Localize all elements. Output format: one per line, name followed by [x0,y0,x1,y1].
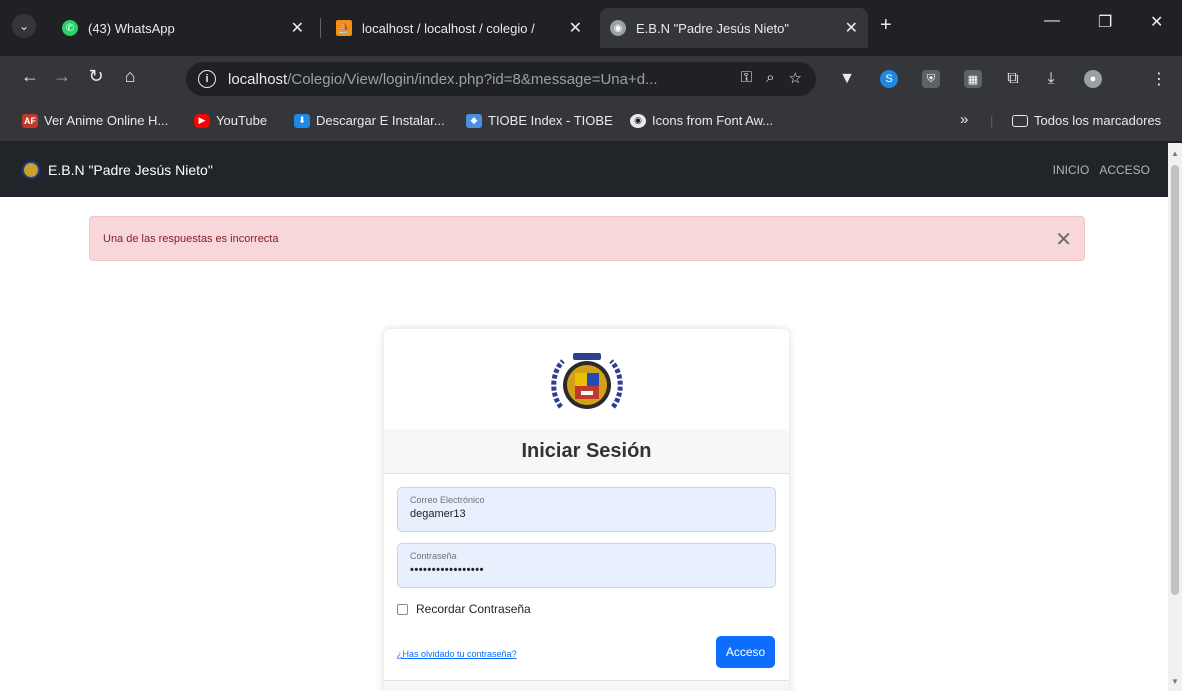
download-icon[interactable]: ⤓ [1042,70,1060,88]
font-awesome-icon: ◉ [630,113,646,128]
login-submit-button[interactable]: Acceso [716,636,775,668]
login-card: Iniciar Sesión Correo Electrónico degame… [384,329,789,691]
url-host: localhost [228,70,288,88]
school-logo-icon [22,161,40,179]
site-navbar: E.B.N "Padre Jesús Nieto" INICIO ACCESO [0,143,1168,197]
password-label: Contraseña [410,551,457,561]
browser-toolbar: ← → ↻ ⌂ i localhost/Colegio/View/login/i… [0,56,1182,102]
remember-checkbox[interactable] [397,603,408,615]
scroll-down-icon[interactable]: ▼ [1171,677,1179,686]
youtube-icon: ▶ [194,113,210,128]
forgot-password-link[interactable]: ¿Has olvidado tu contraseña? [397,649,517,659]
bookmark-anime[interactable]: AF Ver Anime Online H... [22,113,168,128]
alert-message: Una de las respuestas es incorrecta [103,232,279,245]
qr-code-icon[interactable]: ▦ [964,70,982,88]
password-key-icon[interactable]: ⚿ [741,69,752,87]
close-tab-icon[interactable]: ✕ [569,18,582,38]
login-title: Iniciar Sesión [384,429,789,474]
school-seal-icon [551,353,623,409]
browser-tab-strip: ⌄ ✆ (43) WhatsApp ✕ ⛵ localhost / localh… [0,0,1182,56]
bookmarks-overflow-button[interactable]: » [960,111,968,128]
new-tab-button[interactable]: + [880,14,892,37]
window-close-icon[interactable]: ✕ [1150,12,1163,32]
card-footer [384,680,789,691]
address-bar[interactable]: i localhost/Colegio/View/login/index.php… [186,62,816,96]
bookmarks-bar: AF Ver Anime Online H... ▶ YouTube ⬇ Des… [0,102,1182,142]
tab-colegio-active[interactable]: ◉ E.B.N "Padre Jesús Nieto" ✕ [600,8,868,48]
tiobe-icon: ◆ [466,113,482,128]
zoom-icon[interactable]: ⌕ [766,69,774,87]
restore-icon[interactable]: ❐ [1098,12,1112,32]
tab-phpmyadmin[interactable]: ⛵ localhost / localhost / colegio / ✕ [326,8,592,48]
vue-devtools-icon[interactable]: ▼ [838,70,856,88]
all-bookmarks-button[interactable]: Todos los marcadores [1012,113,1161,128]
url-path: /Colegio/View/login/index.php?id=8&messa… [287,70,658,88]
tab-whatsapp[interactable]: ✆ (43) WhatsApp ✕ [52,8,314,48]
bookmark-star-icon[interactable]: ☆ [789,69,802,87]
whatsapp-icon: ✆ [62,20,78,36]
email-label: Correo Electrónico [410,495,485,505]
close-tab-icon[interactable]: ✕ [845,18,858,38]
shield-extension-icon[interactable]: ⛨ [922,70,940,88]
remember-label: Recordar Contraseña [416,602,531,616]
bookmark-descargar[interactable]: ⬇ Descargar E Instalar... [294,113,445,128]
nav-inicio[interactable]: INICIO [1053,163,1090,177]
page-scrollbar[interactable]: ▲ ▼ [1168,143,1182,691]
bookmark-youtube[interactable]: ▶ YouTube [194,113,267,128]
bookmarks-divider: | [990,113,994,128]
extension-blue-icon[interactable]: S [880,70,898,88]
scroll-thumb[interactable] [1171,165,1179,595]
back-icon[interactable]: ← [18,66,42,87]
email-value[interactable]: degamer13 [410,508,763,520]
reload-icon[interactable]: ↻ [84,66,108,87]
download-site-icon: ⬇ [294,113,310,128]
alert-close-icon[interactable]: ✕ [1055,227,1072,252]
password-value[interactable]: ••••••••••••••••• [410,564,763,576]
globe-icon: ◉ [610,20,626,36]
bookmark-tiobe[interactable]: ◆ TIOBE Index - TIOBE [466,113,613,128]
minimize-icon[interactable]: — [1044,12,1060,30]
bookmark-font-awesome[interactable]: ◉ Icons from Font Aw... [630,113,773,128]
email-field[interactable]: Correo Electrónico degamer13 [397,487,776,532]
profile-avatar-icon[interactable]: ● [1084,70,1102,88]
anime-flv-icon: AF [22,113,38,128]
phpmyadmin-icon: ⛵ [336,20,352,36]
nav-links: INICIO ACCESO [1053,163,1150,177]
tab-separator [320,18,321,38]
error-alert: Una de las respuestas es incorrecta ✕ [89,216,1085,261]
extensions-puzzle-icon[interactable]: ⧉ [1004,70,1022,88]
scroll-up-icon[interactable]: ▲ [1171,149,1179,158]
password-field[interactable]: Contraseña ••••••••••••••••• [397,543,776,588]
site-brand[interactable]: E.B.N "Padre Jesús Nieto" [22,161,213,179]
tab-search-chevron-icon[interactable]: ⌄ [12,14,36,38]
folder-icon [1012,114,1028,127]
nav-acceso[interactable]: ACCESO [1099,163,1150,177]
forward-icon[interactable]: → [50,66,74,87]
close-tab-icon[interactable]: ✕ [291,18,304,38]
home-icon[interactable]: ⌂ [118,66,142,87]
site-info-icon[interactable]: i [198,70,216,88]
remember-password[interactable]: Recordar Contraseña [397,602,531,616]
page-viewport: E.B.N "Padre Jesús Nieto" INICIO ACCESO … [0,143,1168,691]
browser-menu-icon[interactable]: ⋮ [1150,70,1168,88]
